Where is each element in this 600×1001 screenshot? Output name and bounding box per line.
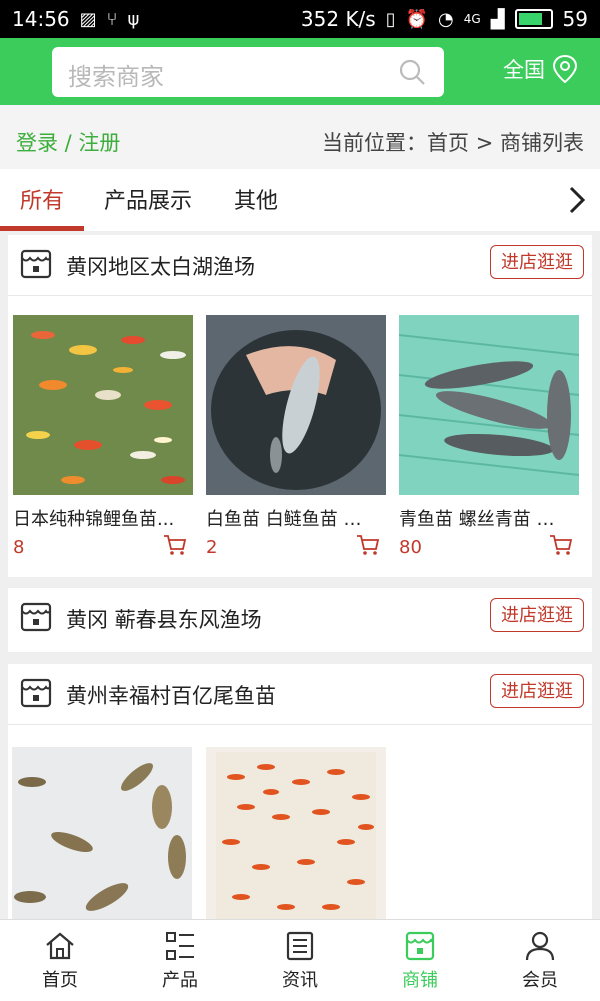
- product-item[interactable]: 青鱼苗 螺丝青苗 锦... 80: [398, 315, 580, 558]
- active-tab-indicator: [0, 226, 84, 231]
- location-pin-icon: [552, 54, 578, 84]
- product-item[interactable]: 白鱼苗 白鲢鱼苗 鳙... 2: [206, 315, 386, 558]
- battery-level: 59: [562, 7, 588, 31]
- region-label: 全国: [503, 58, 545, 82]
- wifi-icon: ◔: [438, 8, 454, 30]
- shop-card-header[interactable]: 黄冈地区太白湖渔场 进店逛逛: [8, 235, 592, 296]
- network-type: 4G: [463, 12, 481, 26]
- tab-all[interactable]: 所有: [20, 183, 64, 215]
- product-item[interactable]: 日本纯种锦鲤鱼苗... 8: [13, 315, 193, 558]
- tab-other[interactable]: 其他: [234, 183, 278, 215]
- shop-name: 黄州幸福村百亿尾鱼苗: [66, 684, 276, 708]
- store-icon: [20, 249, 52, 279]
- vibrate-icon: ▯: [385, 8, 396, 30]
- visit-shop-button[interactable]: 进店逛逛: [490, 674, 584, 708]
- home-icon: [46, 932, 74, 960]
- tab-product-display[interactable]: 产品展示: [104, 183, 192, 215]
- battery-icon: [514, 9, 553, 29]
- cart-icon[interactable]: [549, 534, 573, 556]
- store-icon: [405, 931, 435, 961]
- nav-home[interactable]: 首页: [0, 920, 120, 1001]
- nav-shops[interactable]: 商铺: [360, 920, 480, 1001]
- nav-label: 商铺: [402, 970, 438, 991]
- network-speed: 352 K/s: [300, 7, 376, 31]
- product-title: 日本纯种锦鲤鱼苗...: [13, 509, 175, 530]
- product-item[interactable]: [206, 747, 386, 931]
- usb-debug-icon: ψ: [127, 8, 140, 30]
- store-icon: [20, 678, 52, 708]
- shop-name: 黄冈地区太白湖渔场: [66, 255, 255, 279]
- nav-label: 会员: [522, 970, 558, 991]
- nav-news[interactable]: 资讯: [240, 920, 360, 1001]
- breadcrumb-bar: 登录 / 注册 当前位置：首页 > 商铺列表: [0, 105, 600, 169]
- search-input[interactable]: 搜索商家: [52, 47, 444, 97]
- shop-card: 黄州幸福村百亿尾鱼苗 进店逛逛: [8, 664, 592, 927]
- status-bar: 14:56 ▨ ⑂ ψ 352 K/s ▯ ⏰ ◔ 4G ▟ 59: [0, 0, 600, 38]
- search-icon[interactable]: [398, 58, 426, 86]
- shop-card: 黄冈地区太白湖渔场 进店逛逛 日本纯种锦鲤鱼苗... 8 白鱼苗 白鲢鱼苗 鳙.…: [8, 235, 592, 577]
- nav-member[interactable]: 会员: [480, 920, 600, 1001]
- shop-card: 黄冈 蕲春县东风渔场 进店逛逛: [8, 588, 592, 652]
- news-icon: [286, 931, 314, 961]
- nav-label: 首页: [42, 970, 78, 991]
- region-selector[interactable]: 全国: [503, 54, 579, 84]
- nav-products[interactable]: 产品: [120, 920, 240, 1001]
- search-placeholder: 搜索商家: [68, 63, 164, 91]
- shop-name: 黄冈 蕲春县东风渔场: [66, 608, 262, 632]
- clock: 14:56: [12, 7, 70, 31]
- image-icon: ▨: [79, 8, 97, 30]
- product-image[interactable]: [206, 747, 386, 927]
- visit-shop-button[interactable]: 进店逛逛: [490, 598, 584, 632]
- nav-label: 产品: [162, 970, 198, 991]
- app-header: 搜索商家 全国: [0, 38, 600, 105]
- login-register-link[interactable]: 登录 / 注册: [16, 127, 120, 157]
- alarm-icon: ⏰: [405, 8, 429, 30]
- product-image[interactable]: [398, 315, 580, 495]
- bottom-nav: 首页 产品 资讯 商铺 会员: [0, 919, 600, 1001]
- product-item[interactable]: [12, 747, 192, 931]
- signal-icon: ▟: [490, 8, 505, 30]
- category-tabs: 所有 产品展示 其他: [0, 169, 600, 231]
- product-title: 青鱼苗 螺丝青苗 锦...: [399, 509, 571, 530]
- list-icon: [166, 932, 194, 960]
- shop-card-header[interactable]: 黄州幸福村百亿尾鱼苗 进店逛逛: [8, 664, 592, 725]
- breadcrumb: 当前位置：首页 > 商铺列表: [322, 131, 584, 155]
- chevron-right-icon[interactable]: [566, 185, 588, 215]
- product-image[interactable]: [206, 315, 386, 495]
- cart-icon[interactable]: [356, 534, 380, 556]
- store-icon: [20, 602, 52, 632]
- product-image[interactable]: [12, 747, 192, 927]
- product-image[interactable]: [13, 315, 193, 495]
- shop-card-header[interactable]: 黄冈 蕲春县东风渔场 进店逛逛: [8, 588, 592, 648]
- usb-icon: ⑂: [106, 8, 118, 30]
- nav-label: 资讯: [282, 970, 318, 991]
- product-title: 白鱼苗 白鲢鱼苗 鳙...: [206, 509, 378, 530]
- visit-shop-button[interactable]: 进店逛逛: [490, 245, 584, 279]
- cart-icon[interactable]: [163, 534, 187, 556]
- user-icon: [525, 931, 555, 961]
